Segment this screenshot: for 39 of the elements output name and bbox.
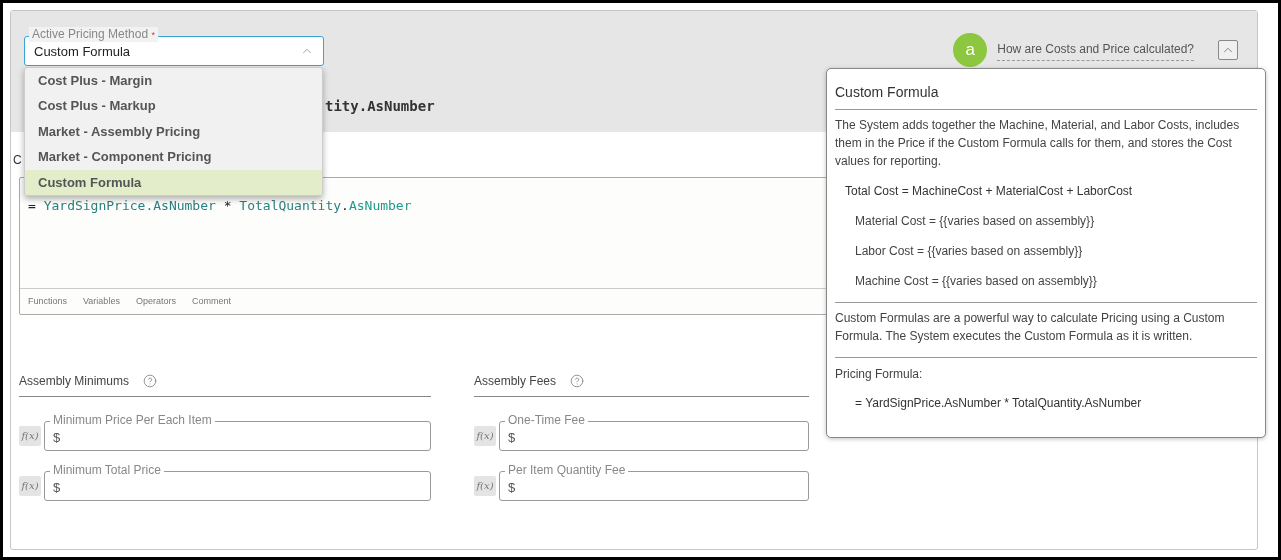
help-link[interactable]: How are Costs and Price calculated?	[997, 39, 1194, 61]
function-button[interactable]: f(x)	[19, 426, 41, 446]
total-cost-formula: Total Cost = MachineCost + MaterialCost + LaborCost	[844, 183, 1133, 200]
code-line: = YardSignPrice.AsNumber * TotalQuantity.AsNumber	[28, 198, 412, 214]
dropdown-option[interactable]: Market - Assembly Pricing	[25, 118, 322, 145]
help-icon[interactable]	[143, 374, 157, 388]
section-title: Assembly Minimums	[19, 373, 129, 390]
formula-label: C	[13, 152, 22, 169]
dropdown-option[interactable]: Custom Formula	[25, 169, 322, 195]
dropdown-option[interactable]: Market - Component Pricing	[25, 144, 322, 170]
popover-description: Custom Formulas are a powerful way to calculate Pricing using a Custom Formula. The System executes the Custom Formula as it is written.	[835, 303, 1257, 358]
field-label: Per Item Quantity Fee	[505, 462, 629, 478]
collapse-button[interactable]	[1218, 40, 1238, 60]
currency-prefix: $	[508, 480, 516, 496]
editor-tab[interactable]: Variables	[83, 294, 120, 309]
pricing-formula: = YardSignPrice.AsNumber * TotalQuantity.AsNumber	[854, 395, 1142, 412]
select-label: Active Pricing Method *	[29, 27, 158, 42]
dropdown-option[interactable]: Cost Plus - Margin	[25, 68, 322, 94]
editor-tab[interactable]: Operators	[135, 294, 176, 309]
cost-formula: Machine Cost = {{varies based on assembly}}	[854, 273, 1097, 290]
currency-prefix: $	[53, 480, 61, 496]
help-icon[interactable]	[570, 374, 585, 388]
dropdown-option[interactable]: Cost Plus - Markup	[25, 93, 322, 119]
pricing-formula-label: Pricing Formula:	[835, 366, 923, 383]
function-button[interactable]: f(x)	[474, 476, 496, 496]
formula-preview: tity.AsNumber	[325, 98, 435, 114]
select-value: Custom Formula	[34, 43, 131, 62]
cost-formula: Material Cost = {{varies based on assembly}}	[854, 213, 1095, 230]
editor-tab[interactable]: Functions	[28, 294, 68, 309]
function-button[interactable]: f(x)	[474, 426, 496, 446]
popover-intro: The System adds together the Machine, Material, and Labor Costs, includes them in the Price if the Custom Formula calls for them, and stores the Cost values for reporting.	[835, 117, 1241, 170]
function-button[interactable]: f(x)	[19, 476, 41, 496]
popover-title: Custom Formula	[835, 69, 1257, 110]
cost-formula: Labor Cost = {{varies based on assembly}}	[854, 243, 1083, 260]
currency-prefix: $	[508, 430, 516, 446]
section-title: Assembly Fees	[474, 373, 557, 390]
editor-tab[interactable]: Comment	[191, 294, 231, 309]
step-badge: a	[953, 33, 988, 67]
currency-prefix: $	[53, 430, 61, 446]
